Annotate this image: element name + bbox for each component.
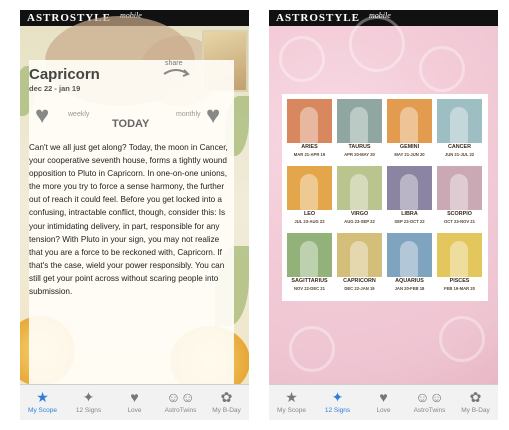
tab-label: Love [376,407,391,414]
tab-label: My Scope [277,407,306,414]
sign-name: ARIES [301,144,318,150]
tab-label: Love [127,407,142,414]
tab-astrotwins[interactable]: ☺☺ AstroTwins [407,385,452,420]
sign-illustration [287,99,332,143]
today-heading: TODAY [112,118,150,130]
sign-tile-sagittarius[interactable]: SAGITTARIUS NOV 22-DEC 21 [287,233,332,298]
sign-date: APR 20-MAY 20 [344,152,375,157]
flower-icon: ✿ [469,389,482,405]
tab-my-bday[interactable]: ✿ My B-Day [453,385,498,420]
sign-name: TAURUS [348,144,371,150]
sign-title: Capricorn [29,66,100,83]
sign-illustration [387,99,432,143]
signs-grid: ARIES MAR 21-APR 19 TAURUS APR 20-MAY 20… [282,94,488,301]
sign-tile-pisces[interactable]: PISCES FEB 19-MAR 20 [437,233,482,298]
tab-love[interactable]: ♥ Love [361,385,406,420]
sign-dates: dec 22 - jan 19 [29,84,81,93]
tab-label: My B-Day [461,407,490,414]
sign-date: OCT 23-NOV 21 [444,219,475,224]
sign-tile-taurus[interactable]: TAURUS APR 20-MAY 20 [337,99,382,164]
comet-icon: ✦ [82,389,95,405]
sign-date: JAN 20-FEB 18 [394,286,425,291]
sign-date: AUG 23-SEP 22 [344,219,375,224]
sign-illustration [287,166,332,210]
sign-illustration [337,166,382,210]
twins-icon: ☺☺ [166,389,195,405]
tab-my-scope[interactable]: ★ My Scope [20,385,65,420]
tab-astrotwins[interactable]: ☺☺ AstroTwins [158,385,203,420]
tab-12-signs[interactable]: ✦ 12 Signs [66,385,111,420]
sign-tile-leo[interactable]: LEO JUL 23-AUG 22 [287,166,332,231]
sign-date: NOV 22-DEC 21 [294,286,325,291]
tab-label: My Scope [28,407,57,414]
sign-tile-aries[interactable]: ARIES MAR 21-APR 19 [287,99,332,164]
tab-bar: ★ My Scope ✦ 12 Signs ♥ Love ☺☺ AstroTwi… [20,384,249,420]
sign-name: GEMINI [399,144,420,150]
my-scope-screen: ASTROSTYLE mobile Capricorn dec 22 - jan… [20,10,249,420]
sign-name: AQUARIUS [395,278,424,284]
twins-icon: ☺☺ [415,389,444,405]
share-button[interactable]: share [162,60,190,82]
sign-name: LEO [303,211,316,217]
weekly-link[interactable]: weekly [68,111,89,118]
sign-name: CAPRICORN [343,278,376,284]
tab-love[interactable]: ♥ Love [112,385,157,420]
monthly-heart-icon[interactable]: ♥ [206,104,220,128]
horoscope-text: Can't we all just get along? Today, the … [29,143,228,297]
star-icon: ★ [285,389,298,405]
heart-icon: ♥ [130,389,139,405]
sign-date: FEB 19-MAR 20 [444,286,475,291]
sign-tile-aquarius[interactable]: AQUARIUS JAN 20-FEB 18 [387,233,432,298]
tab-bar: ★ My Scope ✦ 12 Signs ♥ Love ☺☺ AstroTwi… [269,384,498,420]
sign-name: SAGITTARIUS [291,278,328,284]
tab-label: 12 Signs [75,407,102,414]
share-icon [163,69,190,77]
sign-illustration [437,99,482,143]
sign-tile-scorpio[interactable]: SCORPIO OCT 23-NOV 21 [437,166,482,231]
sign-illustration [337,233,382,277]
tab-label: AstroTwins [164,407,197,414]
tab-label: My B-Day [212,407,241,414]
sign-name: LIBRA [401,211,418,217]
weekly-heart-icon[interactable]: ♥ [35,104,49,128]
sign-tile-libra[interactable]: LIBRA SEP 23-OCT 22 [387,166,432,231]
flower-icon: ✿ [220,389,233,405]
monthly-link[interactable]: monthly [176,111,201,118]
sign-illustration [387,233,432,277]
tab-label: 12 Signs [324,407,351,414]
sign-illustration [437,233,482,277]
sign-illustration [437,166,482,210]
sign-name: SCORPIO [447,211,472,217]
heart-icon: ♥ [379,389,388,405]
star-icon: ★ [36,389,49,405]
tab-my-scope[interactable]: ★ My Scope [269,385,314,420]
app-logo: ASTROSTYLE [276,12,360,24]
sign-date: DEC 22-JAN 19 [344,286,375,291]
sign-tile-virgo[interactable]: VIRGO AUG 23-SEP 22 [337,166,382,231]
tab-12-signs[interactable]: ✦ 12 Signs [315,385,360,420]
sign-date: MAY 21-JUN 20 [394,152,425,157]
sign-date: JUL 23-AUG 22 [294,219,325,224]
twelve-signs-screen: ASTROSTYLE mobile ARIES MAR 21-APR 19 TA… [269,10,498,420]
sign-illustration [337,99,382,143]
sign-date: JUN 21-JUL 22 [444,152,475,157]
tab-my-bday[interactable]: ✿ My B-Day [204,385,249,420]
sign-illustration [287,233,332,277]
sign-date: MAR 21-APR 19 [293,152,326,157]
comet-icon: ✦ [331,389,344,405]
sign-illustration [387,166,432,210]
tab-label: AstroTwins [413,407,446,414]
sign-name: PISCES [449,278,470,284]
sign-name: VIRGO [350,211,369,217]
sign-name: CANCER [447,144,472,150]
sign-tile-capricorn[interactable]: CAPRICORN DEC 22-JAN 19 [337,233,382,298]
sign-tile-gemini[interactable]: GEMINI MAY 21-JUN 20 [387,99,432,164]
sign-tile-cancer[interactable]: CANCER JUN 21-JUL 22 [437,99,482,164]
sign-date: SEP 23-OCT 22 [394,219,425,224]
